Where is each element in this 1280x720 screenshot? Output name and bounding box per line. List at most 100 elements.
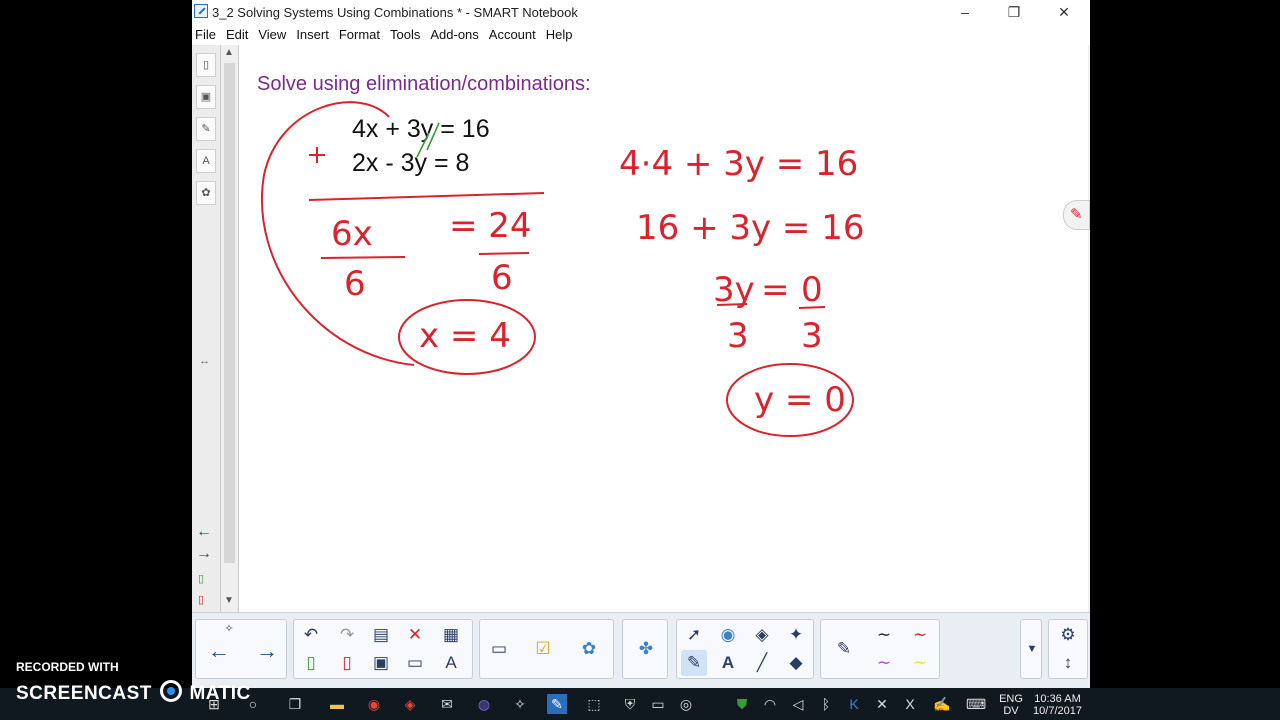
scroll-up-icon[interactable]: ▲ (224, 47, 234, 58)
title-bar: 3_2 Solving Systems Using Combinations *… (192, 0, 1090, 24)
add-page-button-icon[interactable]: ▯ (298, 650, 324, 676)
magic-pen-icon[interactable]: ✦ (783, 622, 809, 648)
scroll-thumb[interactable] (224, 63, 235, 563)
menu-format[interactable]: Format (339, 24, 380, 42)
restore-button[interactable]: ❐ (991, 0, 1037, 24)
move-toolbar-icon[interactable]: ↕ (1055, 650, 1081, 676)
gallery-icon[interactable]: ▣ (196, 85, 216, 109)
edit-group: ↶ ↷ ▤ ✕ ▦ ▯ ▯ ▣ ▭ A (293, 619, 473, 679)
app-icon[interactable]: ◍ (474, 694, 494, 714)
next-page-button[interactable]: → (254, 638, 280, 664)
logo-circle-icon (159, 680, 182, 702)
redo-icon[interactable]: ↷ (334, 622, 360, 648)
file-explorer-icon[interactable]: ▬ (327, 694, 347, 714)
shield-icon[interactable]: ⛊ (732, 694, 752, 714)
tool-icon[interactable]: ✧ (510, 694, 530, 714)
delete-page-button-icon[interactable]: ▯ (334, 650, 360, 676)
previous-page-button[interactable]: ← (206, 638, 232, 664)
menu-help[interactable]: Help (546, 24, 573, 42)
language-indicator[interactable]: ENG DV (996, 693, 1026, 717)
pen-icon[interactable]: ✎ (681, 650, 707, 676)
task-view-icon[interactable]: ❐ (285, 694, 305, 714)
addons-icon[interactable]: ✿ (196, 181, 216, 205)
network-icon[interactable]: ▭ (648, 694, 668, 714)
menu-view[interactable]: View (258, 24, 286, 42)
ink-eq-sign: = (761, 270, 790, 310)
text-box-icon[interactable]: A (438, 650, 464, 676)
x-icon[interactable]: ✕ (872, 694, 892, 714)
more-group: ▼ (1020, 619, 1042, 679)
pen-tray-indicator[interactable]: ✎ (1063, 200, 1090, 230)
pen-red-icon[interactable]: ∼ (907, 622, 933, 648)
pen-yellow-icon[interactable]: ∼ (907, 650, 933, 676)
volume-icon[interactable]: ◁ (788, 694, 808, 714)
fill-icon[interactable]: ◈ (749, 622, 775, 648)
pen-style-icon[interactable]: ✎ (831, 636, 857, 662)
vertical-scrollbar[interactable]: ▲ ▼ (221, 45, 239, 612)
previous-page-icon[interactable]: ← (196, 523, 212, 541)
scroll-down-icon[interactable]: ▼ (224, 595, 234, 606)
ink-x-equals-4: x = 4 (419, 316, 511, 356)
delete-icon[interactable]: ✕ (402, 622, 428, 648)
pen-purple-icon[interactable]: ∼ (871, 650, 897, 676)
menu-addons[interactable]: Add-ons (430, 24, 478, 42)
page-sorter-icon[interactable]: ▯ (196, 53, 216, 77)
text-tool-icon[interactable]: A (715, 650, 741, 676)
snipping-icon[interactable]: ⬚ (584, 694, 604, 714)
chrome-icon[interactable]: ◉ (364, 694, 384, 714)
table-icon[interactable]: ▦ (438, 622, 464, 648)
undo-icon[interactable]: ↶ (298, 622, 324, 648)
smart-notebook-taskbar-icon[interactable]: ✎ (547, 694, 567, 714)
save-icon[interactable]: ▣ (368, 650, 394, 676)
eraser-icon[interactable]: ◆ (783, 650, 809, 676)
menu-file[interactable]: File (195, 24, 216, 42)
acrobat-icon[interactable]: ◈ (400, 694, 420, 714)
next-page-icon[interactable]: → (196, 545, 212, 563)
close-button[interactable]: ✕ (1041, 0, 1087, 24)
collapse-sidebar-icon[interactable]: ↔ (199, 355, 210, 367)
line-icon[interactable]: ╱ (749, 650, 775, 676)
screen-capture-icon[interactable]: ▭ (486, 636, 512, 662)
addons-toolbar-icon[interactable]: ✿ (576, 636, 602, 662)
mail-icon[interactable]: ✉ (437, 694, 457, 714)
ink-cancel-stroke-1 (426, 122, 440, 151)
select-icon[interactable]: ➚ (681, 622, 707, 648)
paste-icon[interactable]: ▤ (368, 622, 394, 648)
bottom-toolbar: ✧ ← → ↶ ↷ ▤ ✕ ▦ ▯ ▯ ▣ ▭ A ▭ ☑ ✿ ✤ ➚ ◉ ◈ (192, 612, 1090, 689)
ink-div-6-right: 6 (491, 258, 513, 298)
app-tray-icon[interactable]: ◎ (676, 694, 696, 714)
gallery-group: ✤ (622, 619, 668, 679)
more-tools-icon[interactable]: ▼ (1019, 636, 1045, 662)
k-icon[interactable]: K (844, 694, 864, 714)
security-icon[interactable]: ⛨ (620, 694, 640, 714)
fullscreen-icon[interactable]: ▭ (402, 650, 428, 676)
ink-6x: 6x (331, 214, 373, 254)
response-icon[interactable]: ☑ (530, 636, 556, 662)
ink-eq-24: = 24 (449, 206, 532, 246)
menu-tools[interactable]: Tools (390, 24, 420, 42)
delete-page-icon[interactable]: ▯ (198, 593, 204, 606)
minimize-button[interactable]: – (942, 0, 988, 24)
bluetooth-icon[interactable]: ᛒ (816, 694, 836, 714)
window-title: 3_2 Solving Systems Using Combinations *… (212, 5, 578, 20)
ink-layer: 6x = 24 6 6 x = 4 4·4 + 3y = 16 16 + 3y … (261, 101, 865, 437)
menu-insert[interactable]: Insert (296, 24, 329, 42)
menu-edit[interactable]: Edit (226, 24, 248, 42)
menu-account[interactable]: Account (489, 24, 536, 42)
keyboard-icon[interactable]: ⌨ (966, 694, 986, 714)
clock[interactable]: 10:36 AM 10/7/2017 (1030, 693, 1085, 717)
shapes-icon[interactable]: ◉ (715, 622, 741, 648)
language-code: ENG (999, 693, 1023, 705)
pen-tray-icon[interactable]: ✍ (932, 694, 952, 714)
smart-notebook-app-icon (194, 4, 208, 18)
x2-icon[interactable]: X (900, 694, 920, 714)
attachments-icon[interactable]: ✎ (196, 117, 216, 141)
properties-icon[interactable]: A (196, 149, 216, 173)
notebook-page[interactable]: Solve using elimination/combinations: 4x… (239, 45, 1088, 612)
add-page-icon[interactable]: ▯ (198, 572, 204, 585)
pen-black-icon[interactable]: ∼ (871, 622, 897, 648)
settings-icon[interactable]: ⚙ (1055, 622, 1081, 648)
ink-div-3-left: 3 (727, 316, 749, 356)
puzzle-icon[interactable]: ✤ (633, 636, 659, 662)
wifi-icon[interactable]: ◠ (760, 694, 780, 714)
